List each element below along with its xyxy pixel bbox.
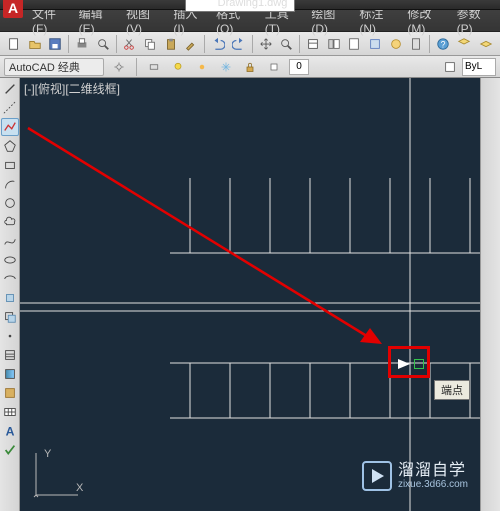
- hatch-tool-icon[interactable]: [1, 346, 19, 364]
- snap-cursor: [398, 359, 420, 369]
- add-selected-tool-icon[interactable]: [1, 441, 19, 459]
- viewport-label[interactable]: [-][俯视][二维线框]: [24, 80, 120, 97]
- markup-icon[interactable]: [386, 34, 406, 54]
- freeze-icon[interactable]: [217, 58, 235, 76]
- table-tool-icon[interactable]: [1, 403, 19, 421]
- snap-tooltip: 端点: [434, 380, 470, 400]
- qat-save-icon[interactable]: [69, 0, 85, 12]
- redo-icon[interactable]: [229, 34, 249, 54]
- calc-icon[interactable]: [407, 34, 427, 54]
- workspace-combo[interactable]: AutoCAD 经典: [4, 58, 104, 76]
- lock-icon[interactable]: [241, 58, 259, 76]
- circle-tool-icon[interactable]: [1, 194, 19, 212]
- copy-icon[interactable]: [140, 34, 160, 54]
- new-file-icon[interactable]: [4, 34, 24, 54]
- tool-palettes-icon[interactable]: [344, 34, 364, 54]
- construction-line-tool-icon[interactable]: [1, 99, 19, 117]
- layer-iso-icon[interactable]: [145, 58, 163, 76]
- workspace-gear-icon[interactable]: [110, 58, 128, 76]
- watermark-brand: 溜溜自学: [398, 462, 468, 480]
- spline-tool-icon[interactable]: [1, 232, 19, 250]
- polygon-tool-icon[interactable]: [1, 137, 19, 155]
- rectangle-tool-icon[interactable]: [1, 156, 19, 174]
- point-tool-icon[interactable]: [1, 327, 19, 345]
- drawing-canvas[interactable]: [-][俯视][二维线框]: [20, 78, 480, 511]
- text-tool-icon[interactable]: A: [1, 422, 19, 440]
- polyline-tool-icon[interactable]: [1, 118, 19, 136]
- ellipse-tool-icon[interactable]: [1, 251, 19, 269]
- arc-tool-icon[interactable]: [1, 175, 19, 193]
- zoom-icon[interactable]: [276, 34, 296, 54]
- help-icon[interactable]: ?: [433, 34, 453, 54]
- toolbar-workspace: AutoCAD 经典 0 ByL: [0, 56, 500, 78]
- layer-zero-combo[interactable]: 0: [289, 59, 309, 75]
- gradient-tool-icon[interactable]: [1, 365, 19, 383]
- line-tool-icon[interactable]: [1, 80, 19, 98]
- ucs-icon[interactable]: Y X: [26, 445, 86, 505]
- svg-text:?: ?: [441, 39, 446, 49]
- make-block-tool-icon[interactable]: [1, 308, 19, 326]
- main-area: A [-][俯视][二维线框]: [0, 78, 500, 511]
- watermark-site: zixue.3d66.com: [398, 479, 468, 490]
- right-toolbar: [480, 78, 500, 511]
- quick-access-toolbar: [35, 0, 119, 12]
- qat-new-icon[interactable]: [35, 0, 51, 12]
- region-tool-icon[interactable]: [1, 384, 19, 402]
- color-combo[interactable]: ByL: [462, 58, 496, 76]
- ellipse-arc-tool-icon[interactable]: [1, 270, 19, 288]
- sheet-set-icon[interactable]: [365, 34, 385, 54]
- app-logo[interactable]: A: [3, 0, 23, 18]
- document-title: Drawing1.dwg: [218, 0, 288, 9]
- design-center-icon[interactable]: [324, 34, 344, 54]
- save-icon[interactable]: [45, 34, 65, 54]
- sun-icon[interactable]: [193, 58, 211, 76]
- svg-text:X: X: [76, 482, 84, 494]
- match-props-icon[interactable]: [182, 34, 202, 54]
- revision-cloud-tool-icon[interactable]: [1, 213, 19, 231]
- cut-icon[interactable]: [119, 34, 139, 54]
- paste-icon[interactable]: [161, 34, 181, 54]
- drawing-content: [20, 78, 480, 511]
- svg-text:A: A: [5, 424, 14, 438]
- print-icon[interactable]: [72, 34, 92, 54]
- undo-icon[interactable]: [208, 34, 228, 54]
- properties-icon[interactable]: [303, 34, 323, 54]
- menu-bar: A 文件(F) 编辑(E) 视图(V) 插入(I) 格式(O) 工具(T) 绘图…: [0, 10, 500, 32]
- play-icon: [362, 461, 392, 491]
- qat-open-icon[interactable]: [52, 0, 68, 12]
- svg-text:Y: Y: [44, 448, 52, 460]
- layer-color-icon[interactable]: [265, 58, 283, 76]
- title-bar: Drawing1.dwg: [0, 0, 500, 10]
- light-bulb-icon[interactable]: [169, 58, 187, 76]
- left-toolbar: A: [0, 78, 20, 511]
- qat-redo-icon[interactable]: [103, 0, 119, 12]
- color-swatch-icon[interactable]: [440, 57, 460, 77]
- layer-states-icon[interactable]: [476, 34, 496, 54]
- watermark: 溜溜自学 zixue.3d66.com: [362, 461, 468, 491]
- print-preview-icon[interactable]: [93, 34, 113, 54]
- insert-block-tool-icon[interactable]: [1, 289, 19, 307]
- pan-icon[interactable]: [256, 34, 276, 54]
- layer-props-icon[interactable]: [454, 34, 474, 54]
- open-file-icon[interactable]: [25, 34, 45, 54]
- qat-undo-icon[interactable]: [86, 0, 102, 12]
